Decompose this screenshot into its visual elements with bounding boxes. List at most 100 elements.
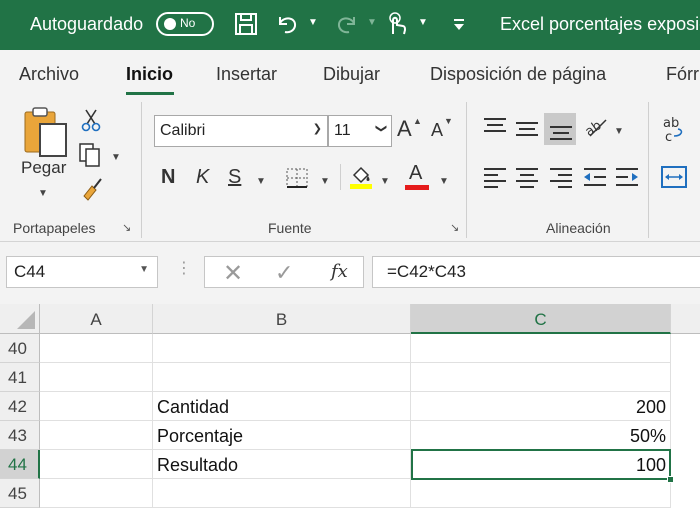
align-center-icon[interactable] [514,166,540,188]
paste-dropdown-icon[interactable]: ▼ [38,188,48,199]
cell-a45[interactable] [40,479,153,508]
cell-b41[interactable] [153,363,411,392]
copy-dropdown-icon[interactable]: ▼ [111,152,121,163]
undo-icon[interactable] [274,11,300,37]
fill-color-dropdown-icon[interactable]: ▼ [380,176,390,187]
borders-icon[interactable] [284,166,310,190]
touch-mode-icon[interactable] [384,11,410,37]
autosave-toggle[interactable]: No [156,12,214,36]
cell-c40[interactable] [411,334,671,363]
cell-a43[interactable] [40,421,153,450]
bold-button[interactable]: N [161,166,175,189]
grow-font-icon[interactable]: A [397,116,412,142]
cell-b40[interactable] [153,334,411,363]
cell-c41[interactable] [411,363,671,392]
cell-c43[interactable]: 50% [411,421,671,450]
tab-disposicion-de-pagina[interactable]: Disposición de página [430,64,606,85]
enter-icon[interactable]: ✓ [275,260,293,286]
wrap-text-icon[interactable]: ab c [660,114,688,144]
formula-input[interactable]: =C42*C43 [372,256,700,288]
group-label-fuente: Fuente [268,220,312,236]
formula-buttons: ✕ ✓ fx [204,256,364,288]
underline-button[interactable]: S [228,166,241,189]
align-left-icon[interactable] [482,166,508,188]
chevron-down-icon[interactable]: ▼ [139,264,149,275]
column-header-c[interactable]: C [411,304,671,334]
orientation-icon[interactable]: ab [582,114,610,140]
tab-archivo[interactable]: Archivo [19,64,79,85]
tab-formulas[interactable]: Fórr [666,64,699,85]
tab-dibujar[interactable]: Dibujar [323,64,380,85]
font-size-combo[interactable]: 11 ❯ [328,115,392,147]
cell-c42[interactable]: 200 [411,392,671,421]
save-icon[interactable] [233,11,259,37]
row-header-44[interactable]: 44 [0,450,40,479]
copy-icon[interactable] [78,142,104,168]
cell-a41[interactable] [40,363,153,392]
cell-c45[interactable] [411,479,671,508]
insert-function-icon[interactable]: fx [331,261,348,282]
row-header-43[interactable]: 43 [0,421,40,450]
svg-text:ab: ab [663,116,679,131]
cancel-icon[interactable]: ✕ [223,259,243,288]
ribbon: Pegar ▼ ▼ Portapapeles ↘ Calibri ❯ 11 ❯ … [0,96,700,242]
cell-b44[interactable]: Resultado [153,450,411,479]
font-color-icon[interactable]: A [409,162,422,185]
italic-button[interactable]: K [196,166,209,189]
borders-dropdown-icon[interactable]: ▼ [320,176,330,187]
fill-color-icon[interactable] [348,164,374,190]
document-title: Excel porcentajes exposici [500,14,700,34]
svg-text:c: c [665,130,672,144]
column-header-next[interactable] [671,304,700,334]
toggle-knob [164,18,176,30]
underline-dropdown-icon[interactable]: ▼ [256,176,266,187]
group-label-alineacion: Alineación [546,220,611,236]
cell-b43[interactable]: Porcentaje [153,421,411,450]
row-header-45[interactable]: 45 [0,479,40,508]
align-middle-icon[interactable] [514,118,540,140]
select-all-icon [17,311,35,329]
align-top-icon[interactable] [482,116,508,138]
decrease-indent-icon[interactable] [582,166,608,188]
drag-handle-icon[interactable]: ⋮ [176,258,192,278]
fill-handle[interactable] [667,476,674,483]
format-painter-icon[interactable] [80,176,104,202]
cut-icon[interactable] [80,108,102,132]
undo-dropdown-icon[interactable]: ▼ [308,17,318,28]
customize-toolbar-icon[interactable] [446,11,472,37]
cell-b42[interactable]: Cantidad [153,392,411,421]
row-header-42[interactable]: 42 [0,392,40,421]
select-all-button[interactable] [0,304,40,334]
cell-c44[interactable]: 100 [411,450,671,479]
active-tab-indicator [126,92,174,95]
ribbon-tabs: Archivo Inicio Insertar Dibujar Disposic… [0,50,700,96]
row-header-40[interactable]: 40 [0,334,40,363]
cell-a44[interactable] [40,450,153,479]
cell-a40[interactable] [40,334,153,363]
row-header-41[interactable]: 41 [0,363,40,392]
font-name-value: Calibri [160,122,206,139]
font-color-swatch [405,185,429,190]
increase-indent-icon[interactable] [614,166,640,188]
tab-insertar[interactable]: Insertar [216,64,277,85]
chevron-down-icon: ❯ [312,123,322,135]
font-name-combo[interactable]: Calibri ❯ [154,115,328,147]
group-label-portapapeles: Portapapeles [13,220,96,236]
cell-a42[interactable] [40,392,153,421]
orientation-dropdown-icon[interactable]: ▼ [614,126,624,137]
font-launcher-icon[interactable]: ↘ [450,221,459,234]
align-right-icon[interactable] [548,166,574,188]
tab-inicio[interactable]: Inicio [126,64,173,85]
column-header-a[interactable]: A [40,304,153,334]
column-header-b[interactable]: B [153,304,411,334]
merge-center-icon[interactable] [660,164,688,190]
font-divider [340,164,341,190]
cell-b45[interactable] [153,479,411,508]
clipboard-launcher-icon[interactable]: ↘ [122,221,131,234]
touch-dropdown-icon[interactable]: ▼ [418,17,428,28]
name-box[interactable]: C44 ▼ [6,256,158,288]
shrink-font-icon[interactable]: A [431,120,443,141]
paste-label[interactable]: Pegar [21,158,66,178]
font-color-dropdown-icon[interactable]: ▼ [439,176,449,187]
paste-icon[interactable] [22,106,68,158]
